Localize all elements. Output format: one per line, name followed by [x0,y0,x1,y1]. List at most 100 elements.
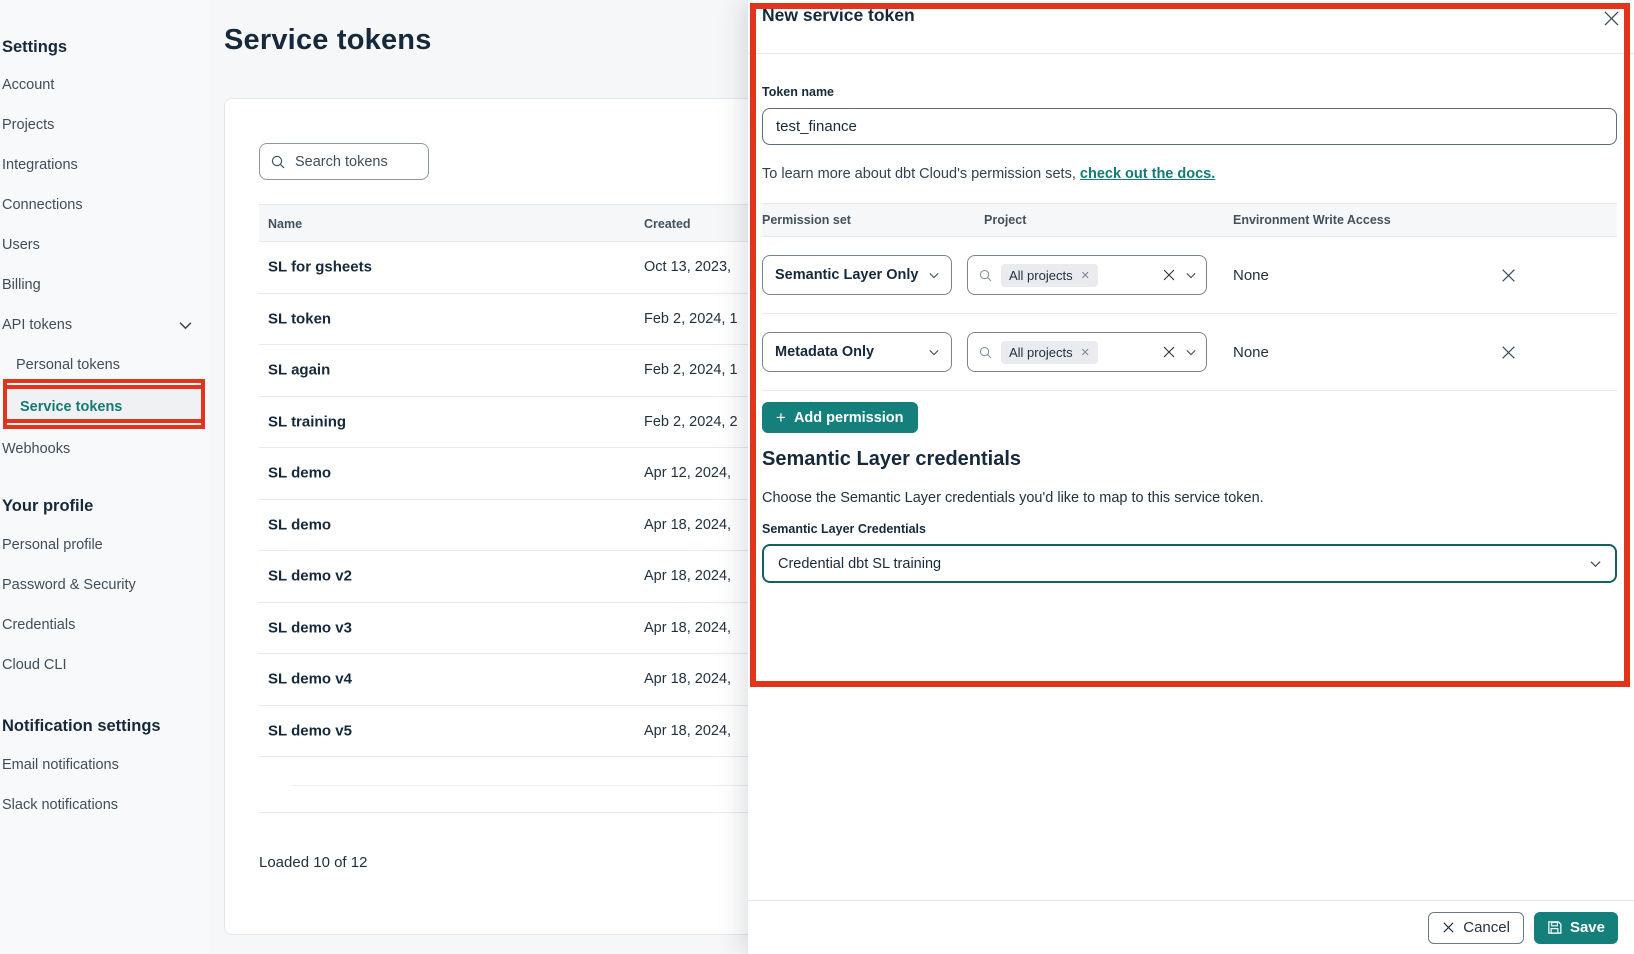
sidebar-item-label: Account [2,77,54,93]
sidebar-item-label: Credentials [2,617,75,633]
docs-link[interactable]: check out the docs. [1080,166,1215,182]
plus-icon: + [776,409,786,426]
token-name-cell: SL demo v4 [268,671,352,688]
token-name-input[interactable] [762,108,1617,145]
chip-remove-icon[interactable]: ✕ [1081,269,1090,282]
save-disk-icon [1547,920,1562,935]
save-label: Save [1570,919,1605,936]
permission-set-value: Metadata Only [775,344,874,360]
semantic-layer-credentials-select[interactable]: Credential dbt SL training [762,544,1617,583]
sidebar-item-label: Service tokens [20,399,122,415]
save-button[interactable]: Save [1534,912,1618,944]
column-header-env-write-access: Environment Write Access [1233,204,1391,237]
sidebar-item-webhooks[interactable]: Webhooks [0,429,210,469]
token-name-cell: SL again [268,362,330,379]
project-chip[interactable]: All projects ✕ [1001,264,1098,287]
permission-set-select[interactable]: Metadata Only [762,332,952,372]
token-name-cell: SL for gsheets [268,259,372,276]
remove-permission-icon[interactable] [1500,344,1517,361]
sidebar-item-label: Billing [2,277,41,293]
project-select[interactable]: All projects ✕ [967,255,1207,295]
cancel-label: Cancel [1463,919,1510,936]
sidebar-item[interactable]: Credentials [0,605,210,645]
search-icon [270,154,286,170]
add-permission-label: Add permission [794,410,904,426]
token-name-label: Token name [762,85,834,99]
sidebar-heading-settings: Settings [0,36,210,58]
sidebar-item[interactable]: Connections [0,185,210,225]
search-tokens-box[interactable] [259,143,429,180]
chevron-down-icon [1590,560,1601,568]
sidebar-item-label: API tokens [2,317,72,333]
search-input[interactable] [295,154,415,170]
new-service-token-drawer: New service token Token name To learn mo… [748,0,1634,954]
clear-selection-icon[interactable] [1162,268,1176,282]
sidebar-item[interactable]: Users [0,225,210,265]
sidebar-item[interactable]: Password & Security [0,565,210,605]
sidebar-item[interactable]: Projects [0,105,210,145]
sidebar-item[interactable]: Integrations [0,145,210,185]
project-chip[interactable]: All projects ✕ [1001,341,1098,364]
sidebar-item[interactable]: Slack notifications [0,785,210,825]
cancel-button[interactable]: Cancel [1428,912,1524,944]
sidebar-item-service-tokens[interactable]: Service tokens [3,385,205,429]
token-created-cell: Feb 2, 2024, 1 [644,311,738,327]
sidebar-item[interactable]: Billing [0,265,210,305]
semantic-layer-credentials-heading: Semantic Layer credentials [762,448,1021,471]
docs-text: To learn more about dbt Cloud's permissi… [762,166,1080,182]
token-created-cell: Apr 18, 2024, [644,671,731,687]
close-icon[interactable] [1600,7,1622,29]
token-created-cell: Apr 12, 2024, [644,465,731,481]
project-chip-label: All projects [1009,345,1073,360]
sidebar-heading-notification-settings: Notification settings [0,715,210,737]
clear-selection-icon[interactable] [1162,345,1176,359]
permissions-rows: Semantic Layer Only All projects ✕ None [762,237,1617,391]
token-name-cell: SL demo [268,465,331,482]
sidebar-item[interactable]: Email notifications [0,745,210,785]
sidebar-item-label: Connections [2,197,83,213]
chevron-down-icon[interactable] [1186,272,1196,279]
token-name-cell: SL training [268,413,346,430]
remove-permission-icon[interactable] [1500,267,1517,284]
header-divider [748,53,1634,54]
sidebar-heading-your-profile: Your profile [0,495,210,517]
token-name-cell: SL demo v2 [268,568,352,585]
chip-remove-icon[interactable]: ✕ [1081,346,1090,359]
column-header-project: Project [984,204,1026,237]
sidebar-item[interactable]: Account [0,65,210,105]
sidebar-item[interactable]: Cloud CLI [0,645,210,685]
column-header-name: Name [268,205,302,243]
chevron-down-icon[interactable] [1186,349,1196,356]
loaded-count-text: Loaded 10 of 12 [259,854,367,871]
sidebar-item-label: Email notifications [2,757,119,773]
semantic-layer-credentials-label: Semantic Layer Credentials [762,522,926,536]
drawer-footer: Cancel Save [748,900,1634,954]
sidebar-item-label: Users [2,237,40,253]
sidebar-item-label: Webhooks [2,441,70,457]
sidebar-item-personal-tokens[interactable]: Personal tokens [0,345,210,385]
token-created-cell: Oct 13, 2023, [644,259,731,275]
token-name-cell: SL demo v3 [268,619,352,636]
token-created-cell: Feb 2, 2024, 1 [644,362,738,378]
drawer-title: New service token [762,5,915,26]
column-header-permission-set: Permission set [762,204,851,237]
token-created-cell: Apr 18, 2024, [644,568,731,584]
sidebar-item-label: Slack notifications [2,797,118,813]
permission-row: Metadata Only All projects ✕ None [762,314,1617,391]
chevron-down-icon [929,349,939,356]
env-write-access-value: None [1233,267,1269,284]
close-icon [1442,921,1455,934]
chevron-down-icon [179,321,192,330]
project-select[interactable]: All projects ✕ [967,332,1207,372]
permissions-section: Permission set Project Environment Write… [762,203,1617,391]
token-created-cell: Apr 18, 2024, [644,723,731,739]
sidebar-item-label: Integrations [2,157,78,173]
sidebar-item-api-tokens[interactable]: API tokens [0,305,210,345]
sidebar-item[interactable]: Personal profile [0,525,210,565]
permission-set-select[interactable]: Semantic Layer Only [762,255,952,295]
add-permission-button[interactable]: + Add permission [762,402,918,433]
sidebar-item-label: Projects [2,117,54,133]
env-write-access-value: None [1233,344,1269,361]
selected-credential-value: Credential dbt SL training [778,556,941,572]
sidebar-item-label: Personal profile [2,537,103,553]
